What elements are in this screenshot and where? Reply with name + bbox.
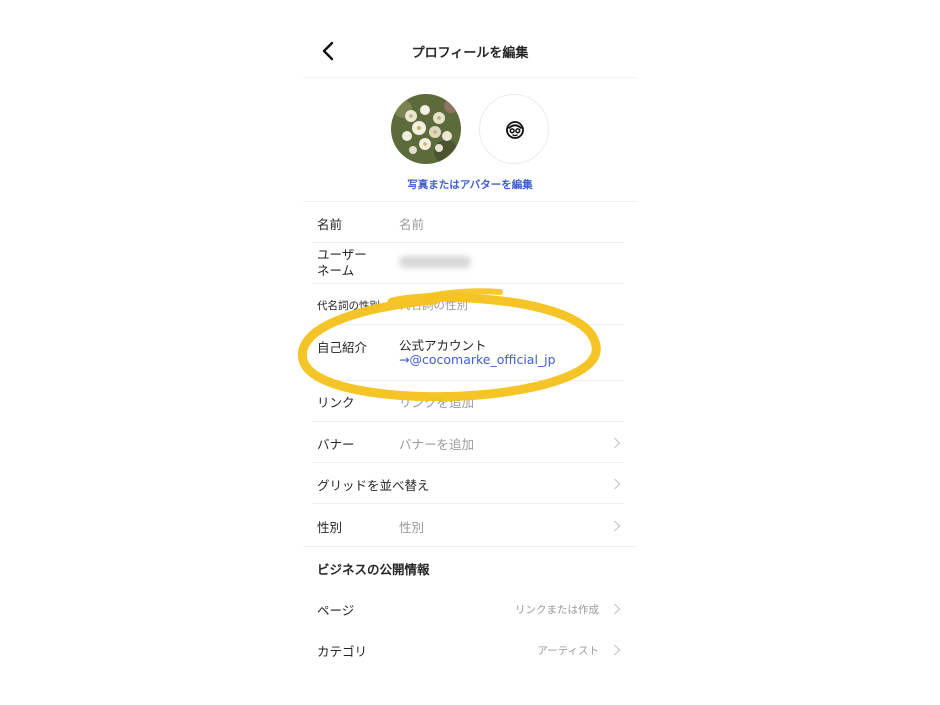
divider bbox=[303, 546, 637, 547]
grid-reorder-row[interactable]: グリッドを並べ替え bbox=[303, 463, 637, 504]
edit-profile-screen: プロフィールを編集 写真またはアバターを編集 名前 名前 ユーザー ネーム 代名… bbox=[303, 28, 637, 678]
links-label: リンク bbox=[317, 395, 355, 410]
links-field-row[interactable]: リンク リンクを追加 bbox=[303, 381, 637, 422]
category-label: カテゴリ bbox=[317, 644, 368, 659]
username-blurred-value[interactable] bbox=[399, 256, 471, 268]
page-value: リンクまたは作成 bbox=[515, 604, 599, 616]
business-section-title: ビジネスの公開情報 bbox=[317, 562, 430, 577]
name-input[interactable]: 名前 bbox=[399, 214, 424, 233]
chevron-right-icon bbox=[614, 644, 621, 656]
links-input[interactable]: リンクを追加 bbox=[399, 392, 474, 411]
avatar-sticker-button[interactable] bbox=[479, 94, 549, 164]
page-title: プロフィールを編集 bbox=[411, 46, 529, 61]
gender-field-row[interactable]: 性別 性別 bbox=[303, 504, 637, 546]
grid-reorder-label: グリッドを並べ替え bbox=[317, 478, 430, 493]
username-label-line1: ユーザー bbox=[317, 247, 367, 262]
page-label: ページ bbox=[317, 603, 355, 618]
edit-photo-avatar-link[interactable]: 写真またはアバターを編集 bbox=[303, 177, 637, 192]
pronouns-label: 代名詞の性別 bbox=[317, 300, 380, 312]
bio-field-row[interactable]: 自己紹介 公式アカウント →@cocomarke_official_jp bbox=[303, 325, 637, 381]
gender-input[interactable]: 性別 bbox=[399, 517, 424, 536]
category-row[interactable]: カテゴリ アーティスト bbox=[303, 629, 637, 670]
chevron-right-icon bbox=[614, 520, 621, 532]
gender-label: 性別 bbox=[317, 520, 343, 535]
bio-label: 自己紹介 bbox=[317, 340, 368, 355]
flower-photo-image bbox=[391, 94, 461, 164]
header: プロフィールを編集 bbox=[303, 28, 637, 78]
chevron-right-icon bbox=[614, 478, 621, 490]
bio-text-line2[interactable]: →@cocomarke_official_jp bbox=[399, 352, 556, 367]
profile-photo-avatar[interactable] bbox=[391, 94, 461, 164]
name-label: 名前 bbox=[317, 217, 343, 232]
name-field-row[interactable]: 名前 名前 bbox=[303, 202, 637, 243]
pronouns-field-row[interactable]: 代名詞の性別 代名詞の性別 bbox=[303, 284, 637, 325]
avatar-sticker-icon bbox=[506, 121, 524, 139]
username-label: ユーザー ネーム bbox=[317, 247, 367, 279]
banner-field-row[interactable]: バナー バナーを追加 bbox=[303, 422, 637, 463]
page-row[interactable]: ページ リンクまたは作成 bbox=[303, 588, 637, 629]
chevron-right-icon bbox=[614, 437, 621, 449]
username-label-line2: ネーム bbox=[317, 263, 355, 278]
username-field-row[interactable]: ユーザー ネーム bbox=[303, 243, 637, 284]
pronouns-input[interactable]: 代名詞の性別 bbox=[399, 297, 468, 313]
banner-label: バナー bbox=[317, 437, 355, 452]
category-value: アーティスト bbox=[537, 645, 599, 657]
banner-input[interactable]: バナーを追加 bbox=[399, 434, 474, 453]
chevron-right-icon bbox=[614, 603, 621, 615]
